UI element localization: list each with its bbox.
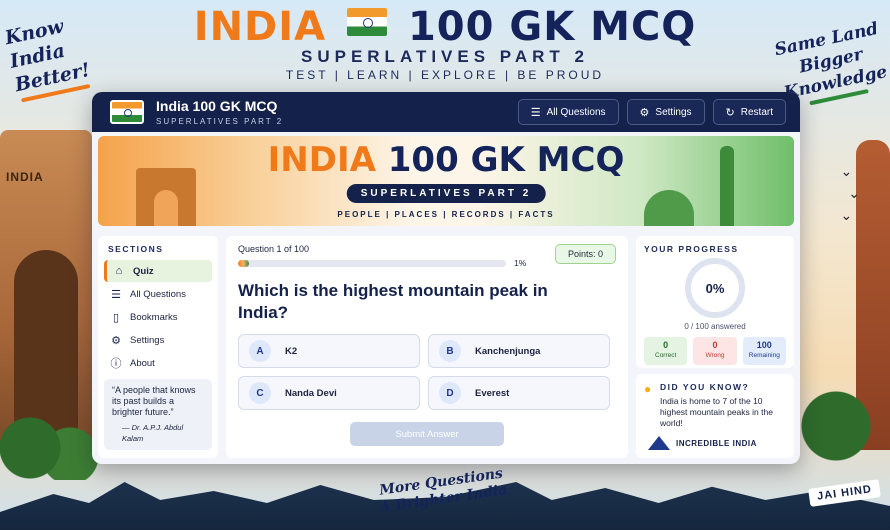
header-buttons: ☰ All Questions ⚙ Settings ↻ Restart (517, 99, 786, 125)
mountain-icon (648, 436, 670, 450)
settings-button[interactable]: ⚙ Settings (626, 99, 705, 125)
sidebar-item-label: Settings (130, 334, 165, 346)
app-title-block: India 100 GK MCQ SUPERLATIVES PART 2 (156, 98, 283, 126)
poster-tagline: TEST | LEARN | EXPLORE | BE PROUD (285, 68, 605, 82)
app-header-bar: India 100 GK MCQ SUPERLATIVES PART 2 ☰ A… (92, 92, 800, 132)
correct-stat: 0 Correct (644, 337, 688, 365)
option-letter: C (249, 382, 271, 404)
gear-icon: ⚙ (639, 106, 650, 119)
option-letter: B (439, 340, 461, 362)
wrong-value: 0 (712, 340, 718, 350)
app-body: SECTIONS ⌂ Quiz ☰ All Questions ▯ Bookma… (98, 236, 794, 458)
option-a[interactable]: A K2 (238, 334, 420, 368)
option-text: Nanda Devi (285, 387, 337, 399)
quiz-panel: Question 1 of 100 1% Points: 0 Which is … (226, 236, 628, 458)
quiz-app-window: India 100 GK MCQ SUPERLATIVES PART 2 ☰ A… (92, 92, 800, 464)
poster-subtitle: SUPERLATIVES PART 2 (300, 47, 589, 66)
sidebar-item-about[interactable]: ⓘ About (104, 352, 212, 374)
app-subtitle: SUPERLATIVES PART 2 (156, 117, 284, 126)
sidebar-item-settings[interactable]: ⚙ Settings (104, 329, 212, 351)
sidebar-item-quiz[interactable]: ⌂ Quiz (104, 260, 212, 282)
all-questions-label: All Questions (546, 106, 606, 118)
sidebar-item-label: About (130, 357, 155, 369)
option-text: Everest (475, 387, 510, 399)
quote-text: “A people that knows its past builds a b… (112, 385, 196, 417)
trees-right (800, 360, 890, 470)
progress-ring-value: 0% (705, 280, 725, 296)
hero-banner: INDIA 100 GK MCQ SUPERLATIVES PART 2 PEO… (98, 136, 794, 226)
wrong-stat: 0 Wrong (693, 337, 737, 365)
birds-icon: ⌄ ⌄ ⌄ (840, 163, 860, 223)
sidebar-item-label: Quiz (133, 265, 154, 277)
progress-ring: 0% (685, 258, 745, 318)
banner-title-rest: 100 GK MCQ (387, 140, 625, 180)
poster-title: INDIA 100 GK MCQ (0, 4, 890, 50)
sidebar-item-all-questions[interactable]: ☰ All Questions (104, 283, 212, 305)
progress-percent: 1% (514, 258, 527, 268)
correct-value: 0 (663, 340, 669, 350)
indian-flag-icon (347, 8, 388, 36)
remaining-value: 100 (756, 340, 772, 350)
lightbulb-icon: ● (644, 382, 652, 396)
banner-title-india: INDIA (267, 140, 376, 180)
correct-label: Correct (655, 352, 677, 359)
progress-fill (238, 259, 249, 267)
gear-icon: ⚙ (111, 334, 121, 347)
right-column: YOUR PROGRESS 0% 0 / 100 answered 0 Corr… (636, 236, 794, 458)
option-text: Kanchenjunga (475, 345, 541, 357)
app-flag-icon (110, 100, 144, 124)
quote-author: — Dr. A.P.J. Abdul Kalam (122, 423, 184, 443)
progress-heading: YOUR PROGRESS (644, 244, 739, 254)
app-title: India 100 GK MCQ (156, 98, 278, 114)
wrong-label: Wrong (705, 352, 725, 359)
option-text: K2 (285, 345, 298, 357)
info-icon: ⓘ (110, 358, 122, 370)
quote-box: “A people that knows its past builds a b… (104, 379, 212, 450)
stats-row: 0 Correct 0 Wrong 100 Remaining (644, 337, 786, 365)
banner-subtitle-pill: SUPERLATIVES PART 2 (346, 184, 546, 203)
sidebar-item-bookmarks[interactable]: ▯ Bookmarks (104, 306, 212, 328)
option-b[interactable]: B Kanchenjunga (428, 334, 610, 368)
restart-button[interactable]: ↻ Restart (712, 99, 786, 125)
remaining-stat: 100 Remaining (742, 337, 786, 365)
trees-left (0, 400, 100, 480)
option-letter: D (439, 382, 461, 404)
remaining-label: Remaining (748, 352, 780, 359)
sections-heading: SECTIONS (108, 244, 164, 254)
progress-card: YOUR PROGRESS 0% 0 / 100 answered 0 Corr… (636, 236, 794, 368)
question-text: Which is the highest mountain peak in In… (238, 281, 548, 322)
list-icon: ☰ (530, 106, 541, 119)
brand-label: INCREDIBLE INDIA (676, 438, 757, 448)
bookmark-icon: ▯ (112, 311, 120, 324)
option-c[interactable]: C Nanda Devi (238, 376, 420, 410)
list-icon: ☰ (111, 288, 121, 301)
option-letter: A (249, 340, 271, 362)
home-icon: ⌂ (115, 265, 123, 277)
all-questions-button[interactable]: ☰ All Questions (517, 99, 619, 125)
progress-track (238, 259, 506, 267)
answered-count: 0 / 100 answered (684, 322, 746, 331)
banner-taj-illustration (644, 190, 694, 226)
incredible-india-brand: INCREDIBLE INDIA (648, 436, 757, 450)
did-you-know-text: India is home to 7 of the 10 highest mou… (660, 396, 773, 428)
poster-title-india: INDIA (193, 4, 327, 50)
poster-title-rest: 100 GK MCQ (407, 4, 697, 50)
banner-tags: PEOPLE | PLACES | RECORDS | FACTS (337, 210, 555, 219)
submit-answer-button[interactable]: Submit Answer (350, 422, 504, 446)
settings-label: Settings (655, 106, 692, 118)
hand-text-left: Know India Better! (3, 11, 94, 103)
sections-sidebar: SECTIONS ⌂ Quiz ☰ All Questions ▯ Bookma… (98, 236, 218, 458)
india-gate-label: INDIA (6, 170, 44, 184)
restart-label: Restart (740, 106, 773, 118)
did-you-know-card: ● DID YOU KNOW? India is home to 7 of th… (636, 374, 794, 458)
did-you-know-heading: DID YOU KNOW? (660, 382, 750, 392)
banner-title: INDIA 100 GK MCQ (98, 140, 794, 180)
points-badge: Points: 0 (554, 244, 616, 264)
sidebar-item-label: Bookmarks (130, 311, 178, 323)
option-d[interactable]: D Everest (428, 376, 610, 410)
sidebar-item-label: All Questions (130, 288, 186, 300)
restart-icon: ↻ (725, 106, 735, 119)
answer-options: A K2 B Kanchenjunga C Nanda Devi D Evere… (238, 334, 616, 410)
